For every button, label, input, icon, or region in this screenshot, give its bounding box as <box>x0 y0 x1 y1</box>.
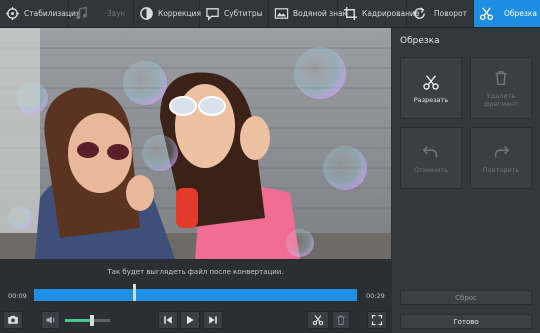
volume-level <box>65 319 92 322</box>
tab-watermark[interactable]: Водяной знак <box>269 0 347 27</box>
video-frame-image <box>0 28 391 259</box>
redo-button[interactable]: Повторить <box>470 127 532 189</box>
scissors-icon <box>423 74 439 90</box>
reset-button[interactable]: Сброс <box>400 290 532 305</box>
speech-bubble-icon <box>206 8 219 21</box>
start-time: 00:09 <box>8 292 27 300</box>
previous-frame-button[interactable] <box>158 311 178 329</box>
delete-fragment-button[interactable]: Удалить фрагмент <box>470 57 532 119</box>
cut-button[interactable]: Разрезать <box>400 57 462 119</box>
player-controls <box>0 309 391 333</box>
tab-subtitles[interactable]: Субтитры <box>200 0 269 27</box>
camera-icon <box>8 315 18 324</box>
contrast-icon <box>140 7 153 20</box>
redo-icon <box>494 145 510 157</box>
scissors-icon <box>479 7 494 21</box>
next-frame-button[interactable] <box>203 311 223 329</box>
undo-label: Отменить <box>414 165 448 174</box>
play-button[interactable] <box>180 311 200 329</box>
rotate-icon <box>414 7 425 19</box>
undo-button[interactable]: Отменить <box>400 127 462 189</box>
speaker-icon <box>46 316 54 324</box>
music-note-icon <box>76 6 87 20</box>
tab-trim-label: Обрезка <box>504 9 538 18</box>
tab-sound-label: Звук <box>107 9 126 18</box>
redo-label: Повторить <box>482 165 520 174</box>
delete-control-button[interactable] <box>332 311 350 329</box>
tab-correction-label: Коррекция <box>158 9 202 18</box>
skip-back-icon <box>164 316 172 324</box>
playhead[interactable] <box>133 284 137 301</box>
crop-icon <box>343 6 358 21</box>
trash-icon <box>495 70 507 85</box>
undo-icon <box>422 145 438 157</box>
cut-control-button[interactable] <box>307 311 329 329</box>
volume-knob[interactable] <box>90 315 94 326</box>
timeline: 00:09 00:29 <box>0 283 391 307</box>
toolbar: Стабилизация Звук Коррекция Субтитры Вод… <box>0 0 540 28</box>
skip-forward-icon <box>209 316 217 324</box>
delete-fragment-label: Удалить фрагмент <box>483 91 519 108</box>
panel-title: Обрезка <box>400 36 440 46</box>
video-preview[interactable] <box>0 28 391 259</box>
done-button[interactable]: Готово <box>400 314 532 329</box>
preview-hint: Так будет выглядеть файл после конвертац… <box>107 268 284 276</box>
tab-rotate[interactable]: Поворот <box>407 0 474 27</box>
tab-cropping[interactable]: Кадрирование <box>338 0 420 27</box>
snapshot-button[interactable] <box>3 311 23 329</box>
tab-stabilization[interactable]: Стабилизация <box>0 0 80 27</box>
tab-correction[interactable]: Коррекция <box>134 0 202 27</box>
cut-label: Разрезать <box>413 95 449 104</box>
tab-trim[interactable]: Обрезка <box>474 0 540 27</box>
volume-slider[interactable] <box>65 315 110 326</box>
fullscreen-button[interactable] <box>367 311 387 329</box>
tab-subtitles-label: Субтитры <box>224 9 263 18</box>
mute-button[interactable] <box>41 311 60 329</box>
scissors-icon <box>312 315 324 326</box>
tab-sound[interactable]: Звук <box>69 0 134 27</box>
watermark-icon <box>274 8 289 19</box>
trim-panel: Обрезка Разрезать Удалить фрагмент Отмен… <box>392 28 540 333</box>
fullscreen-icon <box>371 314 383 326</box>
stabilization-icon <box>5 6 20 21</box>
end-time: 00:29 <box>366 292 385 300</box>
trash-icon <box>337 315 345 325</box>
tab-rotate-label: Поворот <box>434 9 467 18</box>
timeline-track[interactable] <box>34 289 357 301</box>
play-icon <box>187 315 194 325</box>
